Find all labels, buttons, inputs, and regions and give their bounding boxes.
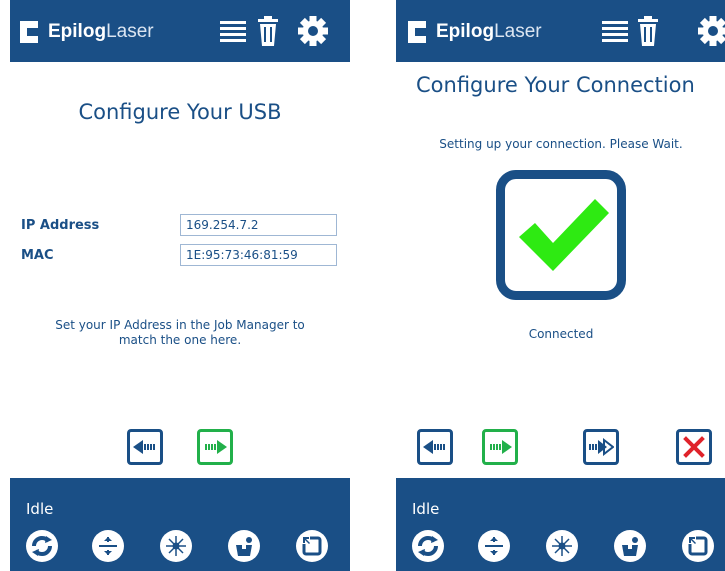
ip-address-label: IP Address	[21, 218, 100, 233]
next-button[interactable]	[197, 429, 233, 465]
trash-icon[interactable]	[256, 16, 280, 46]
jog-icon[interactable]	[478, 530, 510, 562]
menu-icon[interactable]	[602, 16, 628, 46]
page-title: Configure Your USB	[78, 100, 282, 124]
refresh-icon[interactable]	[26, 530, 58, 562]
machine-status: Idle	[26, 500, 54, 518]
checkmark-icon	[519, 199, 609, 271]
refresh-icon[interactable]	[412, 530, 444, 562]
content-area: Configure Your Connection Setting up you…	[396, 62, 725, 478]
back-button[interactable]	[417, 429, 453, 465]
focus-icon[interactable]	[228, 530, 260, 562]
content-area: Configure Your USB IP Address 169.254.7.…	[10, 62, 350, 478]
home-icon[interactable]	[682, 530, 714, 562]
ip-address-field[interactable]: 169.254.7.2	[180, 214, 337, 236]
left-arrow-icon	[423, 440, 445, 454]
laser-icon[interactable]	[546, 530, 578, 562]
mac-field[interactable]: 1E:95:73:46:81:59	[180, 244, 337, 266]
laser-icon[interactable]	[160, 530, 192, 562]
home-icon[interactable]	[296, 530, 328, 562]
right-arrow-icon	[490, 440, 512, 454]
back-button[interactable]	[127, 429, 163, 465]
usb-config-screen: EpilogLaser Configure Your USB IP Addres…	[10, 0, 350, 571]
connection-status-label: Connected	[528, 327, 594, 341]
epilog-logo: EpilogLaser	[408, 17, 542, 47]
logo-mark-icon	[20, 21, 38, 43]
menu-icon[interactable]	[220, 16, 246, 46]
instruction-text: Set your IP Address in the Job Manager t…	[55, 318, 305, 347]
header-bar: EpilogLaser	[10, 0, 350, 62]
cancel-button[interactable]	[676, 429, 712, 465]
footer-bar: Idle	[396, 478, 725, 571]
next-button[interactable]	[482, 429, 518, 465]
trash-icon[interactable]	[636, 16, 660, 46]
focus-icon[interactable]	[614, 530, 646, 562]
brand-light: Laser	[494, 21, 542, 42]
gear-icon[interactable]	[698, 16, 725, 46]
close-icon	[683, 436, 705, 458]
brand-bold: Epilog	[48, 21, 107, 42]
brand-light: Laser	[106, 21, 154, 42]
gear-icon[interactable]	[298, 16, 328, 46]
skip-button[interactable]	[583, 429, 619, 465]
epilog-logo: EpilogLaser	[20, 17, 154, 47]
left-arrow-icon	[133, 440, 155, 454]
header-bar: EpilogLaser	[396, 0, 725, 62]
progress-message: Setting up your connection. Please Wait.	[439, 137, 683, 151]
page-title: Configure Your Connection	[416, 73, 695, 97]
machine-status: Idle	[412, 500, 440, 518]
mac-label: MAC	[21, 248, 54, 263]
fast-forward-icon	[589, 438, 614, 456]
connection-status-box	[496, 170, 626, 300]
connection-config-screen: EpilogLaser Configure Your Connection Se…	[396, 0, 725, 571]
footer-bar: Idle	[10, 478, 350, 571]
right-arrow-icon	[205, 440, 227, 454]
logo-mark-icon	[408, 21, 426, 43]
brand-bold: Epilog	[436, 21, 495, 42]
jog-icon[interactable]	[92, 530, 124, 562]
